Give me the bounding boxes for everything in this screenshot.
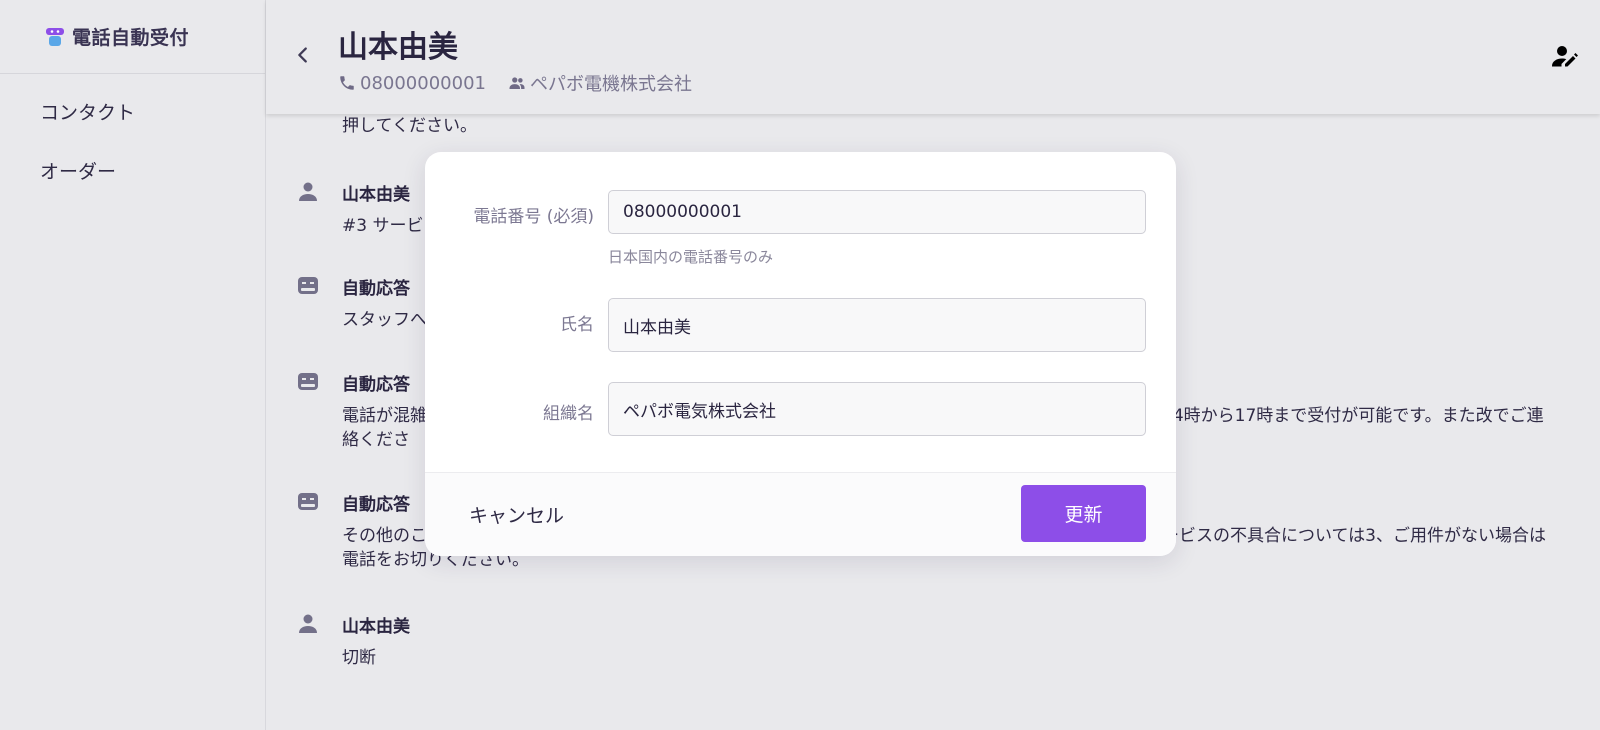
dialog-footer: キャンセル 更新	[425, 472, 1176, 556]
org-label: 組織名	[543, 404, 594, 424]
phone-label: 電話番号 (必須)	[473, 207, 594, 227]
org-input[interactable]	[608, 382, 1146, 436]
name-label: 氏名	[560, 315, 594, 335]
edit-contact-dialog: 電話番号 (必須) 日本国内の電話番号のみ 氏名 組織名 キャンセル 更新	[425, 152, 1176, 556]
name-input[interactable]	[608, 298, 1146, 352]
cancel-button[interactable]: キャンセル	[469, 501, 564, 528]
phone-input[interactable]	[608, 190, 1146, 234]
update-button[interactable]: 更新	[1021, 485, 1146, 542]
phone-hint: 日本国内の電話番号のみ	[608, 248, 774, 266]
